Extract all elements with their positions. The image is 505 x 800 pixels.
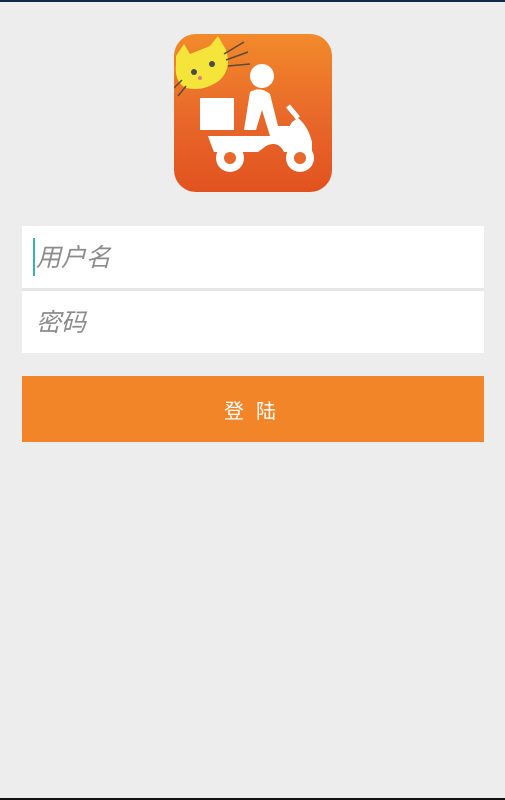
password-field[interactable] <box>22 291 484 353</box>
text-cursor <box>33 238 35 276</box>
username-input[interactable] <box>22 226 484 288</box>
login-button[interactable]: 登陆 <box>22 376 484 442</box>
password-input[interactable] <box>22 291 484 353</box>
delivery-scooter-icon <box>174 36 314 172</box>
app-logo <box>174 34 332 192</box>
top-border <box>0 0 505 2</box>
username-field[interactable] <box>22 226 484 288</box>
cat-icon <box>174 36 251 97</box>
